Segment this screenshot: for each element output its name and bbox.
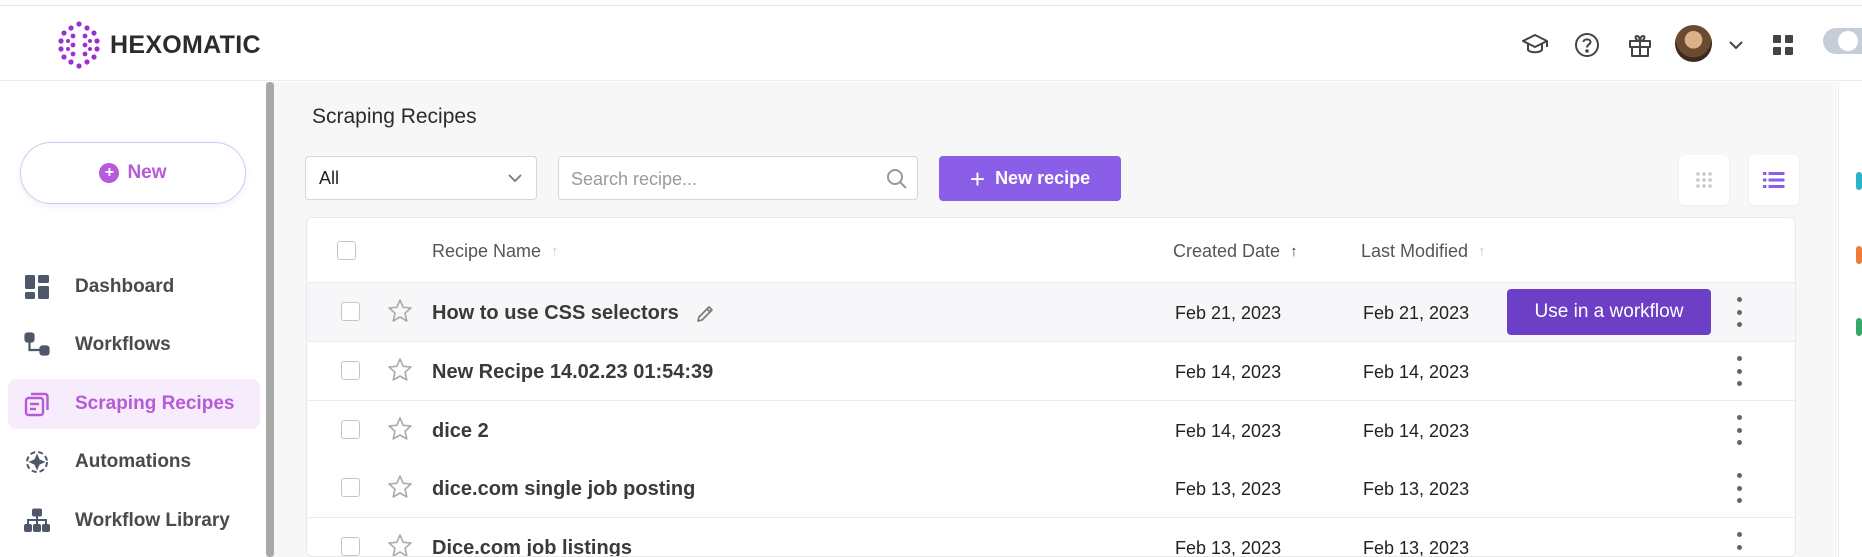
side-app-icon-teal[interactable] — [1856, 172, 1862, 190]
list-view-button[interactable] — [1749, 155, 1799, 205]
more-options-icon[interactable] — [1733, 356, 1745, 386]
theme-toggle-knob — [1838, 31, 1858, 51]
row-checkbox[interactable] — [341, 361, 360, 380]
column-label: Recipe Name — [432, 241, 542, 261]
grid-view-button[interactable] — [1679, 155, 1729, 205]
dashboard-icon — [24, 274, 50, 300]
recipe-name[interactable]: Dice.com job listings — [432, 537, 632, 556]
star-icon[interactable] — [387, 474, 413, 500]
list-view-icon — [1763, 172, 1785, 188]
table-row[interactable]: New Recipe 14.02.23 01:54:39 Feb 14, 202… — [307, 342, 1795, 401]
table-row[interactable]: How to use CSS selectors Feb 21, 2023 Fe… — [307, 283, 1795, 342]
row-checkbox[interactable] — [341, 420, 360, 439]
created-date: Feb 14, 2023 — [1175, 362, 1282, 382]
help-icon[interactable] — [1572, 30, 1602, 60]
sidebar-item-workflow-library[interactable]: Workflow Library — [8, 496, 260, 546]
star-icon[interactable] — [387, 533, 413, 557]
filter-select[interactable]: All — [305, 156, 537, 200]
plus-icon: + — [969, 163, 986, 194]
pencil-icon[interactable] — [695, 304, 715, 324]
page-title: Scraping Recipes — [312, 105, 477, 128]
search-icon[interactable] — [885, 167, 909, 191]
modified-date: Feb 14, 2023 — [1363, 421, 1470, 441]
logo-text: HEXOMATIC — [110, 30, 261, 59]
new-button-label: New — [127, 162, 167, 183]
created-date: Feb 13, 2023 — [1175, 479, 1282, 499]
more-options-icon[interactable] — [1733, 532, 1745, 556]
plus-circle-icon: + — [99, 163, 120, 183]
created-date: Feb 13, 2023 — [1175, 538, 1282, 557]
column-label: Created Date — [1173, 241, 1281, 261]
hexomatic-logo-icon — [58, 21, 100, 69]
automations-icon — [24, 449, 50, 475]
apps-grid-icon[interactable] — [1768, 30, 1798, 60]
sort-arrow-icon: ↑ — [1478, 243, 1486, 260]
search-input[interactable] — [571, 167, 871, 191]
sidebar-item-scraping-recipes[interactable]: Scraping Recipes — [8, 379, 260, 429]
library-icon — [24, 508, 50, 534]
filter-select-value: All — [319, 167, 340, 188]
recipes-icon — [24, 391, 50, 417]
recipe-name[interactable]: How to use CSS selectors — [432, 302, 715, 325]
top-header: HEXOMATIC — [0, 6, 1862, 81]
sidebar-item-label: Automations — [75, 451, 192, 472]
sidebar-item-workflows[interactable]: Workflows — [8, 320, 260, 370]
modified-date: Feb 14, 2023 — [1363, 362, 1470, 382]
select-all-checkbox[interactable] — [337, 241, 356, 260]
star-icon[interactable] — [387, 357, 413, 383]
more-options-icon[interactable] — [1733, 297, 1745, 327]
recipe-name[interactable]: dice.com single job posting — [432, 478, 695, 501]
modified-date: Feb 13, 2023 — [1363, 479, 1470, 499]
star-icon[interactable] — [387, 416, 413, 442]
new-button[interactable]: + New — [20, 142, 246, 204]
sidebar-item-label: Workflows — [75, 334, 171, 355]
recipe-name[interactable]: dice 2 — [432, 420, 489, 443]
table-row[interactable]: dice.com single job posting Feb 13, 2023… — [307, 459, 1795, 518]
recipe-name-text: How to use CSS selectors — [432, 302, 679, 324]
table-row[interactable]: dice 2 Feb 14, 2023 Feb 14, 2023 — [307, 401, 1795, 460]
chevron-down-icon — [508, 174, 522, 183]
search-box[interactable] — [558, 156, 918, 200]
modified-date: Feb 13, 2023 — [1363, 538, 1470, 557]
sort-arrow-icon: ↑ — [551, 243, 559, 260]
sidebar: + New Dashboard Workflows Scraping Recip… — [0, 82, 268, 557]
chevron-down-icon[interactable] — [1721, 30, 1751, 60]
logo[interactable]: HEXOMATIC — [56, 20, 261, 70]
more-options-icon[interactable] — [1733, 415, 1745, 445]
avatar[interactable] — [1675, 25, 1712, 62]
column-recipe-name[interactable]: Recipe Name ↑ — [432, 241, 559, 262]
sidebar-item-dashboard[interactable]: Dashboard — [8, 262, 260, 312]
created-date: Feb 21, 2023 — [1175, 303, 1282, 323]
more-options-icon[interactable] — [1733, 473, 1745, 503]
star-icon[interactable] — [387, 298, 413, 324]
graduation-cap-icon[interactable] — [1520, 30, 1550, 60]
row-checkbox[interactable] — [341, 302, 360, 321]
new-recipe-label: New recipe — [995, 168, 1091, 188]
column-label: Last Modified — [1361, 241, 1469, 261]
column-created-date[interactable]: Created Date ↑ — [1173, 241, 1298, 262]
table-header: Recipe Name ↑ Created Date ↑ Last Modifi… — [307, 218, 1795, 283]
recipe-name[interactable]: New Recipe 14.02.23 01:54:39 — [432, 361, 713, 384]
new-recipe-button[interactable]: + New recipe — [939, 156, 1121, 201]
workflows-icon — [24, 332, 50, 358]
created-date: Feb 14, 2023 — [1175, 421, 1282, 441]
sort-arrow-icon: ↑ — [1290, 243, 1298, 260]
row-checkbox[interactable] — [341, 478, 360, 497]
use-in-workflow-button[interactable]: Use in a workflow — [1507, 289, 1711, 335]
modified-date: Feb 21, 2023 — [1363, 303, 1470, 323]
sidebar-item-automations[interactable]: Automations — [8, 437, 260, 487]
column-last-modified[interactable]: Last Modified ↑ — [1361, 241, 1486, 262]
sidebar-item-label: Workflow Library — [75, 510, 230, 531]
side-app-icon-green[interactable] — [1856, 318, 1862, 336]
sidebar-item-label: Dashboard — [75, 276, 175, 297]
row-checkbox[interactable] — [341, 537, 360, 556]
recipes-table: Recipe Name ↑ Created Date ↑ Last Modifi… — [306, 217, 1796, 557]
sidebar-item-label: Scraping Recipes — [75, 393, 235, 414]
table-row[interactable]: Dice.com job listings Feb 13, 2023 Feb 1… — [307, 518, 1795, 557]
side-app-icon-orange[interactable] — [1856, 246, 1862, 264]
sidebar-scrollbar-thumb[interactable] — [266, 82, 274, 557]
gift-icon[interactable] — [1625, 30, 1655, 60]
grid-view-icon — [1696, 172, 1712, 188]
